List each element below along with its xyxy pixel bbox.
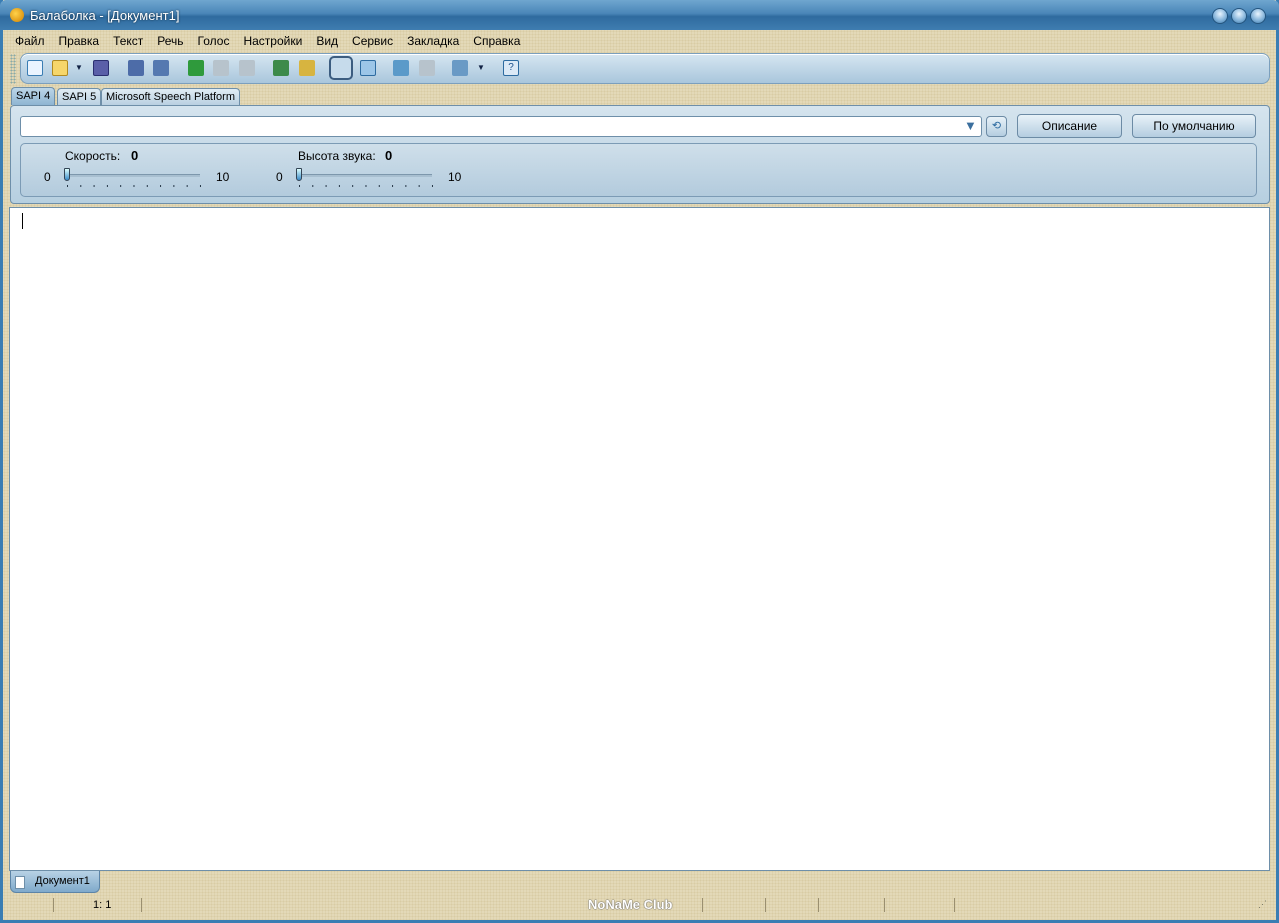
tab-sapi4[interactable]: SAPI 4	[11, 87, 56, 105]
menu-bar: Файл Правка Текст Речь Голос Настройки В…	[15, 34, 534, 48]
speed-ticks	[67, 185, 202, 187]
dictionary-dropdown-icon[interactable]: ▼	[477, 63, 485, 72]
speed-min: 0	[44, 170, 51, 184]
pause-icon[interactable]	[213, 60, 229, 76]
text-caret	[22, 213, 23, 229]
pitch-ticks	[299, 185, 434, 187]
close-button[interactable]	[1250, 8, 1266, 24]
read-clipboard-icon[interactable]	[273, 60, 289, 76]
menu-text[interactable]: Текст	[113, 34, 143, 48]
status-divider	[884, 898, 885, 912]
toolbar-grip[interactable]	[10, 54, 16, 84]
chevron-down-icon[interactable]: ▼	[964, 118, 977, 133]
document-icon	[15, 876, 25, 889]
text-compare-icon[interactable]	[360, 60, 376, 76]
menu-settings[interactable]: Настройки	[243, 34, 302, 48]
watermark: NoNaMe Club	[588, 897, 673, 912]
speed-value: 0	[131, 148, 139, 163]
save-audio-split-icon[interactable]	[153, 60, 169, 76]
speed-slider-thumb[interactable]	[64, 168, 70, 181]
read-file-icon[interactable]	[299, 60, 315, 76]
tab-sapi5[interactable]: SAPI 5	[57, 88, 102, 105]
minimize-button[interactable]	[1212, 8, 1228, 24]
pitch-label: Высота звука:	[298, 149, 376, 163]
dictionary-icon[interactable]	[452, 60, 468, 76]
maximize-button[interactable]	[1231, 8, 1247, 24]
document-tab-label: Документ1	[35, 875, 90, 887]
save-audio-icon[interactable]	[128, 60, 144, 76]
menu-voice[interactable]: Голос	[198, 34, 230, 48]
status-divider	[765, 898, 766, 912]
open-dropdown-icon[interactable]: ▼	[75, 63, 83, 72]
tab-microsoft-speech-platform[interactable]: Microsoft Speech Platform	[101, 88, 240, 105]
remove-bookmark-icon[interactable]	[419, 60, 435, 76]
menu-help[interactable]: Справка	[473, 34, 520, 48]
title-bar	[0, 0, 1279, 30]
menu-file[interactable]: Файл	[15, 34, 45, 48]
toolbar	[20, 53, 1270, 84]
speed-max: 10	[216, 170, 230, 184]
voice-settings-group	[20, 143, 1257, 197]
text-editor[interactable]	[9, 207, 1270, 871]
cursor-position: 1: 1	[93, 899, 112, 911]
status-divider	[141, 898, 142, 912]
menu-edit[interactable]: Правка	[59, 34, 100, 48]
menu-tools[interactable]: Сервис	[352, 34, 393, 48]
add-bookmark-icon[interactable]	[393, 60, 409, 76]
pitch-max: 10	[448, 170, 462, 184]
help-icon[interactable]: ?	[503, 60, 519, 76]
status-divider	[53, 898, 54, 912]
stop-icon[interactable]	[239, 60, 255, 76]
window-title: Балаболка - [Документ1]	[30, 8, 180, 23]
app-logo-icon	[10, 8, 24, 22]
speed-label: Скорость:	[65, 149, 121, 163]
new-icon[interactable]	[27, 60, 43, 76]
description-button[interactable]: Описание	[1017, 114, 1122, 138]
play-icon[interactable]	[188, 60, 204, 76]
default-button[interactable]: По умолчанию	[1132, 114, 1256, 138]
menu-speech[interactable]: Речь	[157, 34, 183, 48]
voice-select[interactable]	[20, 116, 982, 137]
status-divider	[818, 898, 819, 912]
status-divider	[954, 898, 955, 912]
pitch-value: 0	[385, 148, 393, 163]
pitch-slider-thumb[interactable]	[296, 168, 302, 181]
refresh-voices-button[interactable]: ⟲	[986, 116, 1007, 137]
resize-grip-icon[interactable]: ⋰	[1258, 899, 1267, 910]
open-icon[interactable]	[52, 60, 68, 76]
pitch-slider[interactable]	[298, 174, 432, 177]
save-icon[interactable]	[93, 60, 109, 76]
menu-view[interactable]: Вид	[316, 34, 338, 48]
pitch-min: 0	[276, 170, 283, 184]
status-divider	[702, 898, 703, 912]
edit-mode-icon[interactable]	[329, 56, 353, 80]
speed-slider[interactable]	[66, 174, 200, 177]
menu-bookmark[interactable]: Закладка	[407, 34, 459, 48]
